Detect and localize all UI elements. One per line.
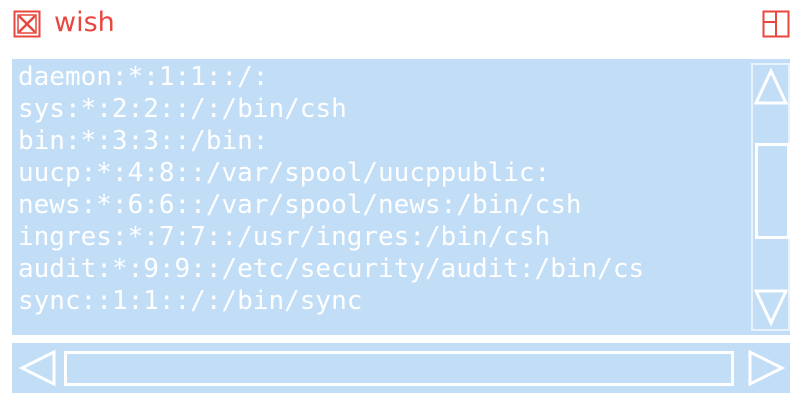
arrow-up-icon[interactable]	[753, 67, 789, 112]
resize-icon[interactable]	[762, 10, 790, 38]
arrow-down-icon[interactable]	[753, 287, 789, 332]
text-line: sync::1:1::/:/bin/sync	[18, 286, 363, 316]
vertical-scrollbar[interactable]	[747, 59, 790, 335]
text-line: ingres:*:7:7::/usr/ingres:/bin/csh	[18, 222, 551, 252]
text-line: bin:*:3:3::/bin:	[18, 126, 269, 156]
text-line: uucp:*:4:8::/var/spool/uucppublic:	[18, 158, 551, 188]
close-x-icon[interactable]	[13, 10, 41, 38]
text-line: audit:*:9:9::/etc/security/audit:/bin/cs	[18, 254, 645, 284]
text-line: sys:*:2:2::/:/bin/csh	[18, 94, 347, 124]
arrow-right-icon[interactable]	[746, 349, 786, 392]
title-bar[interactable]: wish	[0, 0, 790, 52]
text-line: news:*:6:6::/var/spool/news:/bin/csh	[18, 190, 582, 220]
window-title: wish	[54, 7, 115, 38]
arrow-left-icon[interactable]	[18, 349, 58, 392]
text-line: daemon:*:1:1::/:	[18, 62, 269, 92]
horizontal-scrollbar[interactable]	[12, 343, 790, 393]
horizontal-scroll-thumb[interactable]	[64, 351, 734, 386]
vertical-scroll-thumb[interactable]	[755, 143, 790, 239]
text-area[interactable]: daemon:*:1:1::/: sys:*:2:2::/:/bin/csh b…	[12, 59, 747, 335]
